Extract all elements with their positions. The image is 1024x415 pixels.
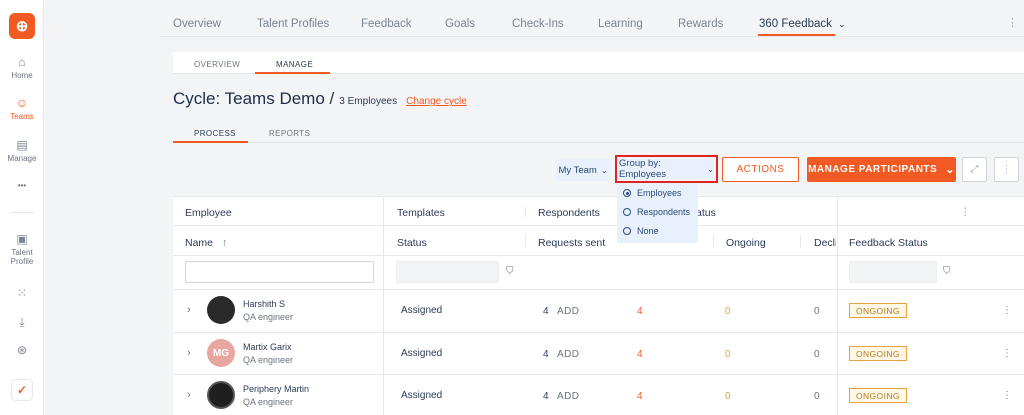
sort-up-icon: ↑ [221,237,228,249]
rail-download[interactable]: ⤓ [0,315,44,331]
manage-icon: ▤ [16,138,28,152]
tab-learning[interactable]: Learning [598,18,643,30]
process-tabs: PROCESS REPORTS [173,123,1024,143]
group-header-employee: Employee [185,207,232,219]
radio-icon [623,208,631,216]
cycle-header: Cycle: Teams Demo / 3 Employees Change c… [173,89,467,109]
left-rail: ⊕ ⌂ Home ☺ Teams ▤ Manage ••• ▣ Talent P… [0,0,44,415]
employee-count: 3 Employees [339,96,398,107]
page-title: Cycle: Teams Demo / [173,89,335,108]
brand-logo-icon: ✓ [11,379,33,401]
download-icon: ⤓ [19,315,25,329]
add-logo-icon[interactable]: ⊕ [9,13,35,39]
more-vertical-icon[interactable]: ⋮ [1002,305,1012,316]
chevron-right-icon[interactable]: › [187,389,191,401]
rail-more[interactable]: ••• [0,181,44,190]
column-feedback-status: Feedback Status [849,237,928,249]
tab-reports[interactable]: REPORTS [269,129,310,138]
tab-feedback[interactable]: Feedback [361,18,412,30]
rail-item-teams[interactable]: ☺ Teams [0,96,44,121]
avatar [207,381,235,409]
group-header-templates: Templates [397,207,445,219]
more-vertical-icon: ⋮ [1001,164,1012,175]
sub-nav: OVERVIEW MANAGE [173,52,1024,74]
column-requests-sent: Requests sent [538,237,606,249]
column-name[interactable]: Name ↑ [185,237,227,249]
subtab-indicator [255,72,330,74]
rail-help[interactable]: ⊛ [0,343,44,359]
status-badge: ONGOING [849,303,907,318]
help-icon: ⊛ [16,343,28,357]
actions-button[interactable]: ACTIONS [722,157,799,182]
teams-icon: ☺ [15,96,29,110]
filter-icon[interactable]: ⛉ [506,266,514,277]
tab-360-feedback[interactable]: 360 Feedback ⌄ [759,18,846,30]
talent-profile-icon: ▣ [16,232,28,246]
more-button[interactable]: ⋮ [994,157,1019,182]
radio-icon [623,227,631,235]
group-header-respondents: Respondents [538,207,600,219]
subtab-overview[interactable]: OVERVIEW [194,60,240,69]
participants-table: Employee Templates Respondents atus ⋮ Na… [173,196,1024,415]
status-filter-input[interactable] [396,261,499,283]
manage-participants-button[interactable]: MANAGE PARTICIPANTS ⌄ [807,157,956,182]
status-badge: ONGOING [849,346,907,361]
radio-selected-icon [623,189,631,197]
add-respondent-button[interactable]: ADD [557,306,579,317]
expand-button[interactable]: ⤢ [962,157,987,182]
option-employees[interactable]: Employees [623,188,682,198]
status-badge: ONGOING [849,388,907,403]
chevron-down-icon: ⌄ [838,19,846,29]
top-nav: Overview Talent Profiles Feedback Goals … [160,0,1024,37]
add-respondent-button[interactable]: ADD [557,349,579,360]
add-respondent-button[interactable]: ADD [557,391,579,402]
tab-rewards[interactable]: Rewards [678,18,723,30]
chevron-down-icon: ⌄ [945,164,955,176]
tab-talent-profiles[interactable]: Talent Profiles [257,18,329,30]
my-team-select[interactable]: My Team ⌄ [556,159,610,181]
rail-item-home[interactable]: ⌂ Home [0,55,44,80]
more-vertical-icon[interactable]: ⋮ [1002,348,1012,359]
change-cycle-link[interactable]: Change cycle [406,96,467,107]
expand-icon: ⤢ [970,164,979,175]
group-by-select[interactable]: Group by: Employees ⌄ [615,155,718,183]
option-none[interactable]: None [623,226,659,236]
grid-icon: ⁙ [16,286,28,300]
column-status: Status [397,237,427,249]
filter-icon[interactable]: ⛉ [943,266,951,277]
process-tab-indicator [173,141,248,143]
active-tab-indicator [758,34,835,36]
rail-apps[interactable]: ⁙ [0,286,44,302]
avatar [207,296,235,324]
rail-item-talent-profile[interactable]: ▣ Talent Profile [0,232,44,266]
chevron-right-icon[interactable]: › [187,347,191,359]
home-icon: ⌂ [18,55,26,69]
group-by-dropdown: Employees Respondents None [617,183,698,243]
chevron-down-icon: ⌄ [600,165,608,175]
rail-divider [10,212,34,213]
more-vertical-icon[interactable]: ⋮ [960,206,971,218]
chevron-down-icon: ⌄ [707,164,714,174]
avatar: MG [207,339,235,367]
tab-goals[interactable]: Goals [445,18,475,30]
subtab-manage[interactable]: MANAGE [276,60,313,69]
name-filter-input[interactable] [185,261,374,283]
column-ongoing: Ongoing [726,237,766,249]
feedback-status-filter-input[interactable] [849,261,937,283]
option-respondents[interactable]: Respondents [623,207,690,217]
more-vertical-icon[interactable]: ⋮ [1002,390,1012,401]
column-declined: Decli [814,237,836,249]
tab-check-ins[interactable]: Check-Ins [512,18,564,30]
group-by-inner: Group by: Employees ⌄ [619,158,714,180]
tab-process[interactable]: PROCESS [194,129,236,138]
chevron-right-icon[interactable]: › [187,304,191,316]
more-vertical-icon[interactable]: ⋮ [1007,16,1018,29]
tab-overview[interactable]: Overview [173,18,221,30]
group-header-status: atus [696,207,716,219]
rail-item-manage[interactable]: ▤ Manage [0,138,44,163]
